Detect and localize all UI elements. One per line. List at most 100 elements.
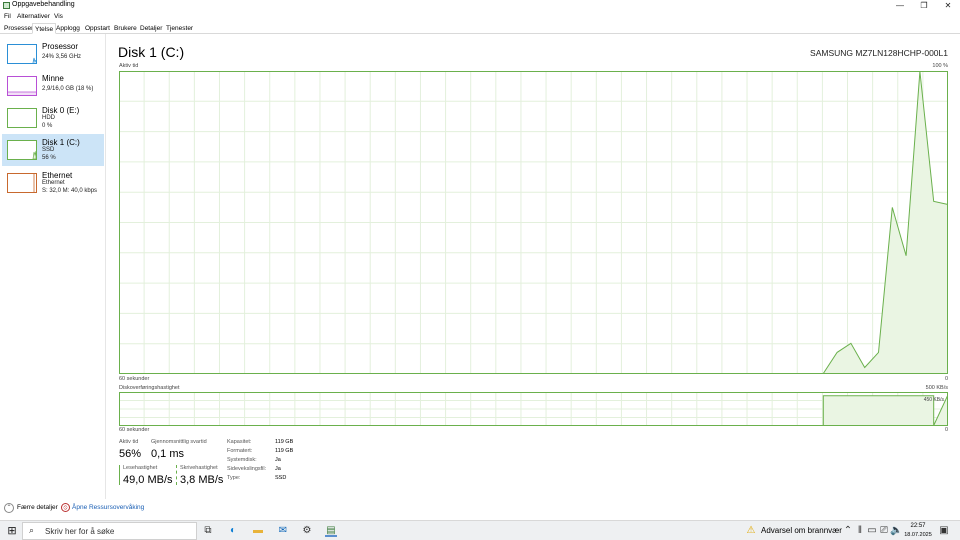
capacity-label: Kapasitet:: [227, 439, 252, 445]
active-time-value: 56%: [119, 448, 142, 460]
battery-icon[interactable]: ▭: [866, 525, 878, 537]
tab-bar: Prosesser Ytelse Applogg Oppstart Bruker…: [0, 23, 960, 34]
sidebar-item-type: HDD: [42, 115, 55, 121]
title-bar: Oppgavebehandling — ❐ ✕: [0, 0, 960, 12]
clock-date[interactable]: 18.07.2025: [903, 532, 933, 538]
write-speed-value: 3,8 MB/s: [180, 474, 224, 486]
response-time-label: Gjennomsnittlig svartid: [151, 439, 207, 445]
resource-monitor-icon: ⦸: [61, 503, 70, 512]
menu-options[interactable]: Alternativer: [17, 13, 50, 20]
active-time-label: Aktiv tid: [119, 439, 139, 445]
taskbar-search-box[interactable]: ⌕ Skriv her for å søke: [22, 522, 197, 540]
search-icon: ⌕: [29, 525, 35, 535]
sidebar-item-label: Ethernet: [42, 171, 73, 180]
task-manager-icon: [3, 2, 10, 9]
fewer-details-link[interactable]: Færre detaljer: [17, 504, 58, 511]
meet-now-icon[interactable]: ‖: [854, 525, 866, 537]
disk-model: SAMSUNG MZ7LN128HCHP-000L1: [810, 48, 948, 58]
sidebar-item-type: Ethernet: [42, 180, 65, 186]
capacity-value: 119 GB: [275, 439, 294, 445]
system-disk-label: Systemdisk:: [227, 457, 257, 463]
menu-view[interactable]: Vis: [54, 13, 63, 20]
disk0-thumbnail: [7, 108, 37, 128]
sidebar-item-detail: 2,9/16,0 GB (18 %): [42, 86, 94, 92]
formatted-label: Formatert:: [227, 448, 253, 454]
memory-thumbnail: [7, 76, 37, 96]
tab-details[interactable]: Detaljer: [138, 23, 164, 34]
clock-time[interactable]: 22:57: [906, 523, 930, 529]
sidebar-item-label: Prosessor: [42, 42, 79, 51]
settings-gear-icon[interactable]: ⚙: [301, 525, 313, 537]
type-value: SSD: [275, 475, 287, 481]
sidebar-item-usage: 56 %: [42, 155, 56, 161]
minimize-button[interactable]: —: [889, 0, 911, 12]
close-button[interactable]: ✕: [937, 0, 959, 12]
volume-icon[interactable]: 🔈: [890, 525, 902, 537]
performance-sidebar: Prosessor 24% 3,56 GHz Minne 2,9/16,0 GB…: [0, 34, 106, 499]
ethernet-thumbnail: [7, 173, 37, 193]
chevron-up-icon[interactable]: ⌃: [4, 503, 14, 513]
chart2-x-label: 60 sekunder: [119, 427, 150, 433]
tab-app-history[interactable]: Applogg: [54, 23, 82, 34]
tab-performance[interactable]: Ytelse: [32, 23, 57, 34]
window-title: Oppgavebehandling: [12, 1, 75, 8]
task-manager-taskbar-icon[interactable]: ▤: [325, 525, 337, 537]
type-label: Type:: [227, 475, 241, 481]
windows-start-icon[interactable]: ⊞: [6, 525, 18, 537]
response-time-value: 0,1 ms: [151, 448, 185, 460]
task-manager-window: Oppgavebehandling — ❐ ✕ Fil Alternativer…: [0, 0, 960, 520]
task-view-icon[interactable]: ⧉: [202, 525, 214, 537]
sidebar-item-memory[interactable]: Minne 2,9/16,0 GB (18 %): [2, 70, 104, 102]
sidebar-item-label: Disk 1 (C:): [42, 138, 80, 147]
disk1-thumbnail: [7, 140, 37, 160]
sidebar-item-throughput: S: 32,0 M: 40,0 kbps: [42, 188, 98, 194]
sidebar-item-detail: 24% 3,56 GHz: [42, 54, 82, 60]
taskbar: ⊞ ⌕ Skriv her for å søke ⧉ ◐ ▬ ✉ ⚙ ▤ ⚠ A…: [0, 520, 960, 540]
mail-icon[interactable]: ✉: [277, 525, 289, 537]
read-speed-label: Lesehastighet: [123, 465, 158, 471]
sidebar-item-disk0[interactable]: Disk 0 (E:) HDD 0 %: [2, 102, 104, 134]
read-speed-indicator: [119, 465, 120, 485]
sidebar-item-cpu[interactable]: Prosessor 24% 3,56 GHz: [2, 38, 104, 70]
sidebar-item-label: Disk 0 (E:): [42, 106, 80, 115]
tab-processes[interactable]: Prosesser: [2, 23, 35, 34]
sidebar-item-ethernet[interactable]: Ethernet Ethernet S: 32,0 M: 40,0 kbps: [2, 167, 104, 199]
tab-services[interactable]: Tjenester: [164, 23, 195, 34]
chart1-max-label: 100 %: [932, 63, 948, 69]
read-speed-value: 49,0 MB/s: [123, 474, 173, 486]
file-explorer-icon[interactable]: ▬: [252, 525, 264, 537]
notification-icon[interactable]: ▣: [938, 525, 950, 537]
search-placeholder: Skriv her for å søke: [45, 527, 115, 536]
tab-startup[interactable]: Oppstart: [83, 23, 112, 34]
sidebar-item-usage: 0 %: [42, 123, 53, 129]
open-resource-monitor-link[interactable]: Åpne Ressursovervåking: [72, 504, 144, 511]
menu-bar: Fil Alternativer Vis: [0, 12, 960, 22]
transfer-rate-chart: [119, 392, 948, 426]
system-disk-value: Ja: [275, 457, 281, 463]
sidebar-item-disk1[interactable]: Disk 1 (C:) SSD 56 %: [2, 134, 104, 166]
page-file-label: Sidevekslingsfil:: [227, 466, 267, 472]
chart1-label: Aktiv tid: [119, 63, 139, 69]
page-file-value: Ja: [275, 466, 281, 472]
warning-icon: ⚠: [746, 525, 756, 536]
chart2-label: Diskoverføringshastighet: [119, 385, 180, 391]
footer-bar: ⌃ Færre detaljer ⦸ Åpne Ressursovervåkin…: [0, 502, 960, 516]
chart2-scale-label: 450 KB/s: [923, 397, 944, 403]
active-time-chart: [119, 71, 948, 374]
maximize-button[interactable]: ❐: [913, 0, 935, 12]
disk-detail-panel: Disk 1 (C:) SAMSUNG MZ7LN128HCHP-000L1 A…: [107, 34, 960, 504]
chart1-min-label: 0: [944, 376, 948, 382]
write-speed-label: Skrivehastighet: [180, 465, 218, 471]
sidebar-item-type: SSD: [42, 147, 55, 153]
chevron-up-icon[interactable]: ⌃: [842, 525, 854, 537]
network-icon[interactable]: ⎚: [878, 525, 890, 537]
chart1-x-label: 60 sekunder: [119, 376, 150, 382]
menu-file[interactable]: Fil: [4, 13, 11, 20]
chart2-max-label: 500 KB/s: [925, 385, 948, 391]
chart2-min-label: 0: [944, 427, 948, 433]
write-speed-indicator: [176, 465, 177, 485]
edge-icon[interactable]: ◐: [227, 525, 239, 537]
page-title: Disk 1 (C:): [118, 44, 185, 60]
tab-users[interactable]: Brukere: [112, 23, 139, 34]
weather-alert-text[interactable]: Advarsel om brannvær: [761, 526, 842, 535]
